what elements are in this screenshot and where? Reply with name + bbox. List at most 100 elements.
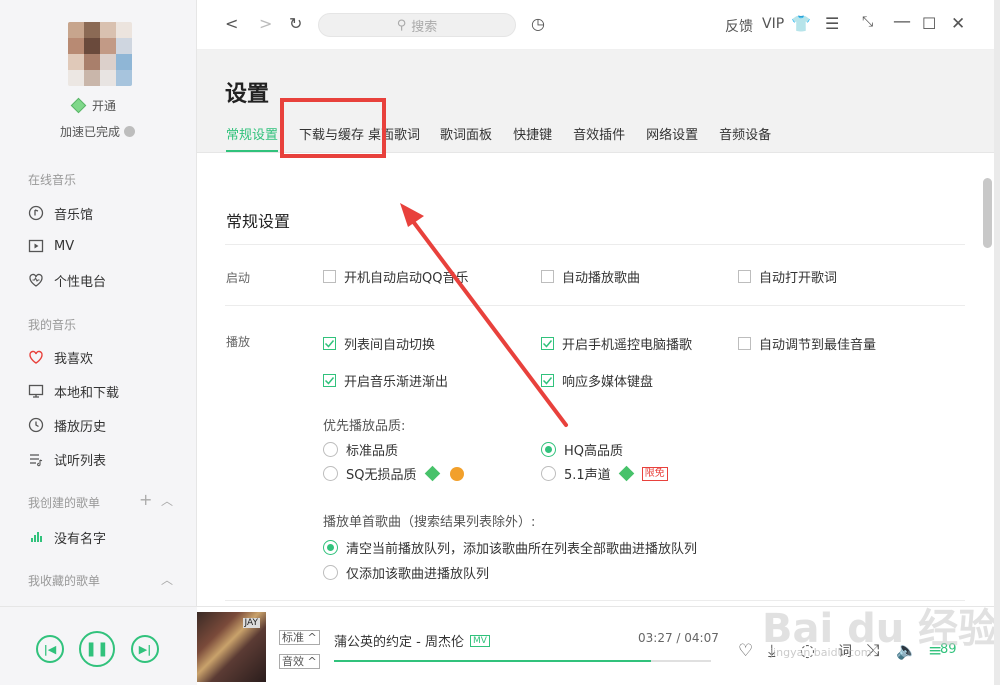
- sidebar-item-favorites[interactable]: 我喜欢: [28, 347, 93, 367]
- limited-free-badge: 限免: [641, 466, 668, 481]
- green-diamond-icon: [424, 465, 440, 482]
- skin-icon[interactable]: 👕: [791, 14, 811, 33]
- sidebar-item-music-hall[interactable]: 音乐馆: [28, 203, 93, 223]
- now-playing: 蒲公英的约定 - 周杰伦 MV: [334, 631, 490, 650]
- vip-row[interactable]: 开通: [70, 97, 116, 114]
- tab-network[interactable]: 网络设置: [646, 124, 698, 152]
- checkbox-label: 自动调节到最佳音量: [759, 338, 877, 353]
- heart-icon: [28, 349, 44, 365]
- maximize-icon[interactable]: ☐: [922, 14, 936, 33]
- radio-sq-quality[interactable]: SQ无损品质: [323, 464, 464, 483]
- green-diamond-icon: [618, 465, 634, 482]
- previous-icon[interactable]: |◀: [36, 635, 64, 663]
- search-icon: ⚲: [396, 17, 407, 33]
- created-playlists-title: 我创建的歌单: [28, 496, 101, 510]
- radio-add-only[interactable]: 仅添加该歌曲进播放队列: [323, 563, 489, 582]
- next-icon[interactable]: ▶|: [131, 635, 159, 663]
- checkbox-label: 开启手机遥控电脑播歌: [562, 338, 693, 353]
- top-bar: < > ↻ ⚲ 搜索 ◷ 反馈 VIP 👕 ☰ ⤡ — ☐ ✕: [197, 0, 994, 50]
- vip-button[interactable]: VIP: [762, 16, 784, 32]
- sidebar-item-playlist[interactable]: 没有名字: [28, 527, 106, 547]
- scrollbar[interactable]: [983, 178, 992, 248]
- checkbox-auto-volume[interactable]: 自动调节到最佳音量: [738, 334, 876, 353]
- checkbox-label: 开机自动启动QQ音乐: [344, 271, 469, 286]
- checkbox-phone-remote[interactable]: 开启手机遥控电脑播歌: [541, 334, 692, 353]
- pause-icon[interactable]: ❚❚: [79, 631, 115, 667]
- speed-status-label: 加速已完成: [60, 125, 121, 139]
- refresh-icon[interactable]: ↻: [289, 14, 302, 33]
- play-label: 播放: [226, 335, 251, 349]
- sidebar-item-label: 个性电台: [54, 274, 107, 290]
- recognize-icon[interactable]: ◷: [531, 14, 545, 33]
- monitor-icon: [28, 383, 44, 399]
- progress-bar[interactable]: [334, 660, 711, 662]
- checkbox-list-auto-switch[interactable]: 列表间自动切换: [323, 334, 435, 353]
- tab-general[interactable]: 常规设置: [226, 124, 279, 152]
- mv-tag[interactable]: MV: [469, 634, 490, 647]
- back-icon[interactable]: <: [225, 14, 238, 33]
- checkbox-box: [323, 270, 336, 283]
- avatar[interactable]: [68, 22, 132, 86]
- forward-icon[interactable]: >: [259, 14, 272, 33]
- collected-playlists-title: 我收藏的歌单: [28, 574, 101, 588]
- radio-standard-quality[interactable]: 标准品质: [323, 440, 398, 459]
- collapse-created-icon[interactable]: ︿: [161, 492, 173, 509]
- effect-button[interactable]: 音效 ^: [279, 654, 320, 669]
- sidebar-item-history[interactable]: 播放历史: [28, 415, 106, 435]
- radio-dot-selected: [541, 442, 556, 457]
- close-icon[interactable]: ✕: [951, 14, 965, 34]
- baidu-watermark-url: jingyan.baidu.com: [770, 646, 872, 659]
- checkbox-auto-play[interactable]: 自动播放歌曲: [541, 267, 640, 286]
- radio-label: 5.1声道: [564, 468, 611, 483]
- checkbox-box: [738, 270, 751, 283]
- sidebar-item-radio[interactable]: 个性电台: [28, 270, 106, 290]
- tab-audio-device[interactable]: 音频设备: [719, 124, 771, 152]
- divider: [225, 244, 965, 245]
- menu-icon[interactable]: ☰: [825, 14, 839, 33]
- checkbox-auto-lyrics[interactable]: 自动打开歌词: [738, 267, 837, 286]
- mini-mode-icon[interactable]: ⤡: [862, 14, 873, 30]
- sidebar-item-label: 我喜欢: [54, 351, 94, 367]
- radio-label: HQ高品质: [564, 444, 624, 459]
- search-input[interactable]: ⚲ 搜索: [318, 13, 516, 37]
- check-icon: [541, 374, 554, 387]
- quality-button[interactable]: 标准 ^: [279, 630, 320, 645]
- check-icon: [541, 337, 554, 350]
- add-playlist-icon[interactable]: +: [139, 490, 152, 509]
- minimize-icon[interactable]: —: [893, 11, 911, 32]
- checkbox-fade[interactable]: 开启音乐渐进渐出: [323, 371, 448, 390]
- checkbox-label: 自动播放歌曲: [562, 271, 641, 286]
- song-title[interactable]: 蒲公英的约定 - 周杰伦: [334, 631, 464, 650]
- checkbox-auto-start[interactable]: 开机自动启动QQ音乐: [323, 267, 468, 286]
- orange-badge-icon: [449, 466, 464, 481]
- radio-51-channel[interactable]: 5.1声道 限免: [541, 464, 668, 483]
- like-icon[interactable]: ♡: [738, 641, 753, 661]
- sidebar-item-label: 音乐馆: [54, 207, 94, 223]
- radio-hq-quality[interactable]: HQ高品质: [541, 440, 623, 459]
- checkbox-media-keys[interactable]: 响应多媒体键盘: [541, 371, 653, 390]
- quality-title: 优先播放品质:: [323, 419, 406, 434]
- sidebar-item-mv[interactable]: MV: [28, 236, 74, 256]
- highlight-box: [280, 98, 386, 158]
- tab-sound-plugins[interactable]: 音效插件: [573, 124, 625, 152]
- tab-lyrics-panel[interactable]: 歌词面板: [440, 124, 492, 152]
- radio-dot: [323, 442, 338, 457]
- feedback-button[interactable]: 反馈: [725, 16, 753, 36]
- collapse-collected-icon[interactable]: ︿: [161, 571, 173, 588]
- section-title: 常规设置: [226, 212, 291, 231]
- album-cover[interactable]: JAY: [197, 612, 266, 682]
- sidebar-item-local[interactable]: 本地和下载: [28, 381, 119, 401]
- checkbox-box: [541, 270, 554, 283]
- quality-label: 标准: [282, 631, 304, 644]
- speed-status: 加速已完成: [60, 123, 136, 140]
- radio-label: SQ无损品质: [346, 468, 417, 483]
- clock-icon: [28, 417, 44, 433]
- online-music-title: 在线音乐: [28, 173, 77, 187]
- radio-dot: [541, 466, 556, 481]
- radio-replace-queue[interactable]: 清空当前播放队列，添加该歌曲所在列表全部歌曲进播放队列: [323, 538, 697, 557]
- search-placeholder: 搜索: [411, 19, 438, 35]
- effect-label: 音效: [282, 655, 304, 668]
- radio-icon: [28, 272, 44, 288]
- sidebar-item-trial-list[interactable]: 试听列表: [28, 449, 106, 469]
- tab-hotkeys[interactable]: 快捷键: [513, 124, 552, 152]
